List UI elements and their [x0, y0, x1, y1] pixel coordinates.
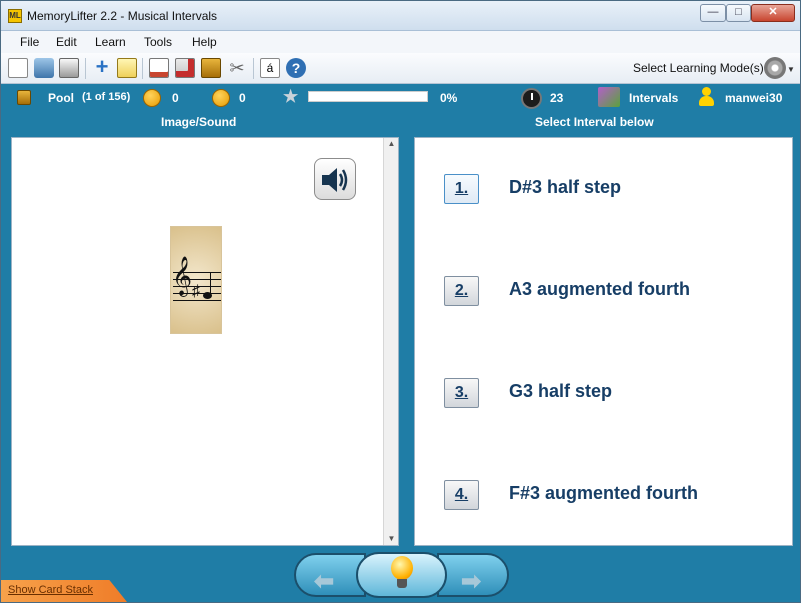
user-icon — [698, 87, 714, 107]
menu-bar: File Edit Learn Tools Help — [1, 31, 800, 53]
show-card-stack-tab[interactable]: Show Card Stack — [1, 580, 127, 602]
scroll-up-icon[interactable]: ▲ — [384, 138, 399, 150]
progress-percent: 0% — [440, 91, 458, 105]
answer-3-button[interactable]: 3. — [444, 378, 479, 408]
toolbar-separator — [85, 58, 86, 79]
arrow-left-icon: ⬅ — [314, 568, 335, 595]
clock-icon — [521, 88, 542, 109]
print-icon[interactable] — [59, 58, 79, 78]
scroll-down-icon[interactable]: ▼ — [384, 533, 399, 545]
answer-1-text[interactable]: D#3 half step — [509, 177, 621, 198]
answer-4-text[interactable]: F#3 augmented fourth — [509, 483, 698, 504]
treble-clef-icon: 𝄞 — [172, 257, 193, 295]
menu-tools[interactable]: Tools — [144, 35, 172, 49]
toolbar: + ✂ á ? Select Learning Mode(s) — [1, 53, 800, 84]
learning-mode-label[interactable]: Select Learning Mode(s) — [633, 61, 764, 75]
special-char-icon[interactable]: á — [260, 58, 280, 78]
category-label: Intervals — [629, 91, 679, 105]
application-window: ML MemoryLifter 2.2 - Musical Intervals … — [0, 0, 801, 603]
timer-value: 23 — [550, 91, 564, 105]
maximize-button[interactable]: □ — [726, 4, 751, 22]
open-icon[interactable] — [34, 58, 54, 78]
app-logo-icon: ML — [8, 9, 22, 23]
sharp-symbol-icon: ♯ — [192, 283, 200, 300]
folder-icon — [598, 87, 620, 107]
window-title: MemoryLifter 2.2 - Musical Intervals — [27, 9, 218, 23]
close-button[interactable]: ✕ — [751, 4, 795, 22]
wrong-count: 0 — [239, 91, 246, 105]
toolbar-separator — [142, 58, 143, 79]
right-panel-title: Select Interval below — [535, 115, 654, 129]
arrow-right-icon: ➡ — [461, 568, 482, 595]
username-label: manwei30 — [725, 91, 783, 105]
menu-edit[interactable]: Edit — [56, 35, 77, 49]
minimize-button[interactable]: — — [700, 4, 726, 22]
menu-help[interactable]: Help — [192, 35, 217, 49]
scrollbar[interactable]: ▲ ▼ — [383, 138, 398, 545]
title-bar: ML MemoryLifter 2.2 - Musical Intervals … — [1, 1, 800, 31]
left-panel-title: Image/Sound — [161, 115, 237, 129]
answer-1-button[interactable]: 1. — [444, 174, 479, 204]
menu-file[interactable]: File — [20, 35, 39, 49]
correct-count: 0 — [172, 91, 179, 105]
stats-icon[interactable] — [175, 58, 195, 78]
settings-tools-icon[interactable]: ✂ — [227, 58, 247, 78]
answer-3-text[interactable]: G3 half step — [509, 381, 612, 402]
add-icon[interactable]: + — [92, 56, 112, 78]
lightbulb-icon — [388, 556, 416, 594]
star-icon: ★ — [283, 87, 299, 106]
toolbar-separator — [253, 58, 254, 79]
music-score-image: 𝄞 ♯ — [170, 226, 222, 334]
book-icon[interactable] — [201, 58, 221, 78]
gear-icon[interactable] — [764, 57, 786, 79]
new-icon[interactable] — [8, 58, 28, 78]
next-card-button[interactable]: ➡ — [437, 553, 509, 597]
help-icon[interactable]: ? — [286, 58, 306, 78]
smile-icon — [143, 89, 161, 107]
sad-face-icon — [212, 89, 230, 107]
progress-bar — [308, 91, 428, 102]
show-card-stack-link[interactable]: Show Card Stack — [8, 584, 93, 596]
answer-2-text[interactable]: A3 augmented fourth — [509, 279, 690, 300]
pool-label: Pool — [48, 91, 74, 105]
menu-learn[interactable]: Learn — [95, 35, 126, 49]
answer-2-button[interactable]: 2. — [444, 276, 479, 306]
edit-icon[interactable] — [117, 58, 137, 78]
answer-4-button[interactable]: 4. — [444, 480, 479, 510]
presentation-icon[interactable] — [149, 58, 169, 78]
book-icon — [17, 90, 31, 105]
play-sound-button[interactable] — [314, 158, 356, 200]
chevron-down-icon[interactable]: ▼ — [787, 65, 795, 74]
speaker-icon — [322, 168, 348, 192]
pool-count: (1 of 156) — [82, 91, 131, 103]
